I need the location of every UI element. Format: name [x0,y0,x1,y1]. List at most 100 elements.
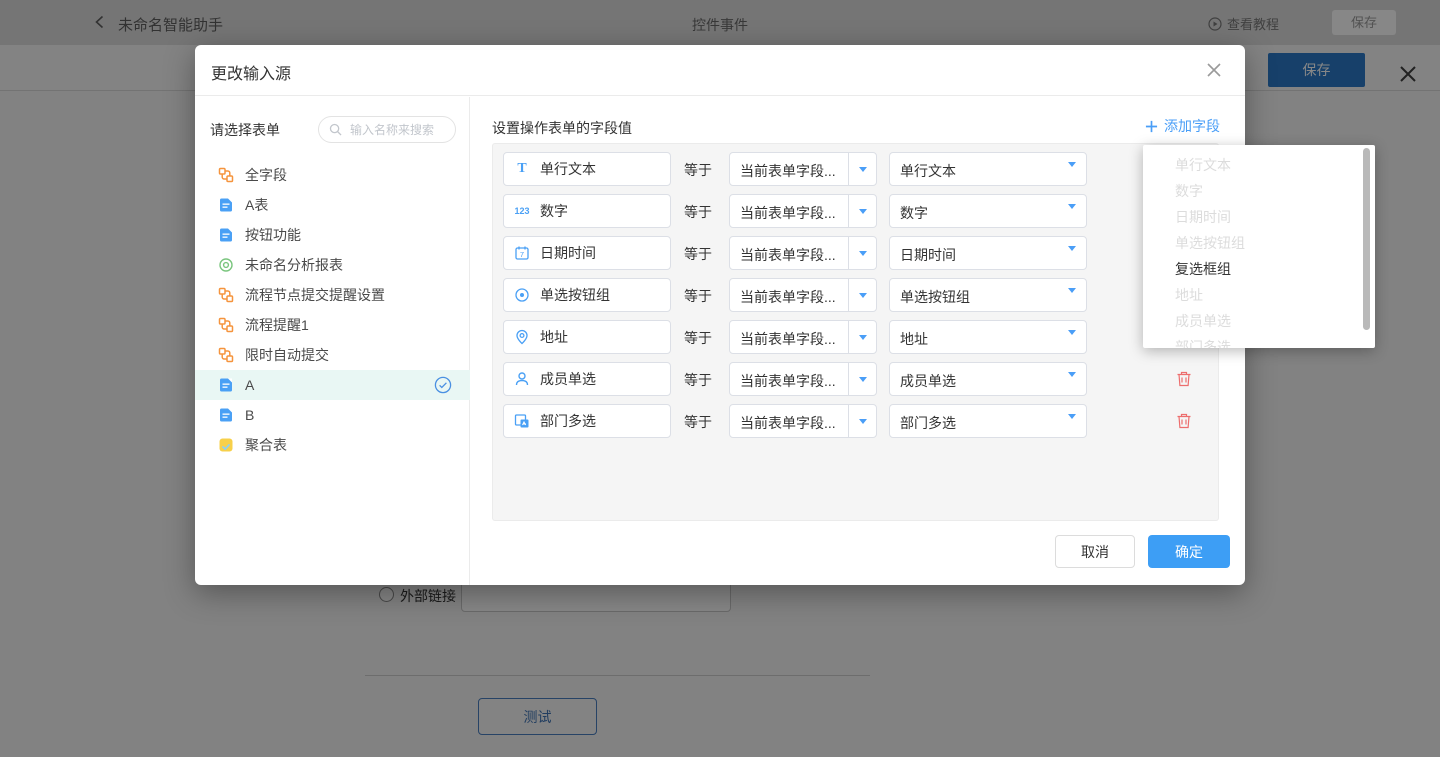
add-field-option-4: 单选按钮组 [1143,230,1375,256]
chevron-down-icon [1068,419,1076,437]
department-field-icon [513,412,531,430]
value-field-select[interactable]: 单选按钮组 [889,278,1087,312]
source-field-select[interactable]: 当前表单字段... [729,320,877,354]
form-select-sidebar: 请选择表单 全字段 A表按钮功能未命名分析报表流程节点提交提醒设置流程提醒1 限时自… [195,97,470,585]
sidebar-item-1[interactable]: 全字段 [195,160,470,190]
chevron-down-icon [848,363,876,395]
source-field-select[interactable]: 当前表单字段... [729,152,877,186]
sidebar-header: 请选择表单 [195,97,470,159]
source-field-select[interactable]: 当前表单字段... [729,404,877,438]
chevron-down-icon [1068,377,1076,395]
operator-label: 等于 [684,412,716,432]
form-name: A表 [245,195,268,215]
form-name: 限时自动提交 [245,345,329,365]
operator-label: 等于 [684,286,716,306]
sidebar-item-10[interactable]: 聚合表 [195,430,470,460]
field-name-box[interactable]: 单选按钮组 [503,278,671,312]
datetime-field-icon: 7 [513,244,531,262]
sidebar-item-6[interactable]: 流程提醒1 [195,310,470,340]
delete-row-icon[interactable] [1175,370,1193,388]
add-field-button[interactable]: 添加字段 [1145,116,1220,136]
number-field-icon: 123 [513,202,531,220]
workflow-icon [218,317,234,333]
report-icon [218,257,234,273]
field-mapping-row-7: 部门多选等于当前表单字段...部门多选 [493,404,1218,438]
dropdown-scrollbar[interactable] [1363,148,1370,330]
add-field-option-8: 部门多选 [1143,334,1375,348]
chevron-down-icon [848,195,876,227]
source-field-select[interactable]: 当前表单字段... [729,236,877,270]
add-field-option-6: 地址 [1143,282,1375,308]
chevron-down-icon [848,321,876,353]
select-form-label: 请选择表单 [210,120,280,140]
change-input-source-modal: 更改输入源 请选择表单 全字段 A表按钮功能未命名分析报表流程节点提交提醒设置流程… [195,45,1245,585]
add-field-option-3: 日期时间 [1143,204,1375,230]
operator-label: 等于 [684,202,716,222]
field-name-box[interactable]: 7日期时间 [503,236,671,270]
value-field-select[interactable]: 单行文本 [889,152,1087,186]
field-name-box[interactable]: 部门多选 [503,404,671,438]
source-field-select[interactable]: 当前表单字段... [729,362,877,396]
sidebar-item-9[interactable]: B [195,400,470,430]
modal-header: 更改输入源 [195,45,1245,96]
chevron-down-icon [1068,251,1076,269]
chevron-down-icon [1068,167,1076,185]
sidebar-item-3[interactable]: 按钮功能 [195,220,470,250]
sidebar-item-7[interactable]: 限时自动提交 [195,340,470,370]
add-field-option-1: 单行文本 [1143,152,1375,178]
main-title: 设置操作表单的字段值 [492,118,632,138]
plus-icon [1145,120,1158,133]
sidebar-item-4[interactable]: 未命名分析报表 [195,250,470,280]
sidebar-item-8[interactable]: A [195,370,470,400]
svg-text:7: 7 [520,250,524,259]
form-icon [218,407,234,423]
aggregate-icon [218,437,234,453]
workflow-icon [218,287,234,303]
field-mapping-row-3: 7日期时间等于当前表单字段...日期时间 [493,236,1218,270]
sidebar-item-2[interactable]: A表 [195,190,470,220]
value-field-select[interactable]: 日期时间 [889,236,1087,270]
field-mapping-row-5: 地址等于当前表单字段...地址 [493,320,1218,354]
selected-check-icon [434,376,452,394]
field-mapping-row-1: T单行文本等于当前表单字段... 单行文本 [493,152,1218,186]
operator-label: 等于 [684,160,716,180]
source-field-select[interactable]: 当前表单字段... [729,194,877,228]
field-name-box[interactable]: 成员单选 [503,362,671,396]
text-field-icon: T [513,160,531,178]
operator-label: 等于 [684,370,716,390]
form-name: 全字段 [245,165,287,185]
chevron-down-icon [848,237,876,269]
member-field-icon [513,370,531,388]
add-field-option-5[interactable]: 复选框组 [1143,256,1375,282]
value-field-select[interactable]: 部门多选 [889,404,1087,438]
source-field-select[interactable]: 当前表单字段... [729,278,877,312]
field-mapping-row-6: 成员单选等于当前表单字段...成员单选 [493,362,1218,396]
radio-field-icon [513,286,531,304]
add-field-dropdown: 单行文本数字日期时间单选按钮组复选框组地址成员单选部门多选 [1143,145,1375,348]
search-icon [329,123,342,136]
sidebar-item-5[interactable]: 流程节点提交提醒设置 [195,280,470,310]
delete-row-icon[interactable] [1175,412,1193,430]
form-name: 按钮功能 [245,225,301,245]
value-field-select[interactable]: 地址 [889,320,1087,354]
form-icon [218,377,234,393]
field-name-box[interactable]: 123数字 [503,194,671,228]
modal-close-icon[interactable] [1205,61,1223,79]
form-name: 未命名分析报表 [245,255,343,275]
value-field-select[interactable]: 数字 [889,194,1087,228]
workflow-icon [218,167,234,183]
add-field-option-7: 成员单选 [1143,308,1375,334]
search-input[interactable] [318,116,456,143]
chevron-down-icon [848,153,876,185]
modal-title: 更改输入源 [211,60,291,84]
add-field-option-2: 数字 [1143,178,1375,204]
field-name-box[interactable]: T单行文本 [503,152,671,186]
form-name: 流程节点提交提醒设置 [245,285,385,305]
search-field[interactable] [348,122,452,138]
cancel-button[interactable]: 取消 [1055,535,1135,568]
chevron-down-icon [848,405,876,437]
value-field-select[interactable]: 成员单选 [889,362,1087,396]
field-name-box[interactable]: 地址 [503,320,671,354]
field-mapping-row-4: 单选按钮组等于当前表单字段...单选按钮组 [493,278,1218,312]
confirm-button[interactable]: 确定 [1148,535,1230,568]
